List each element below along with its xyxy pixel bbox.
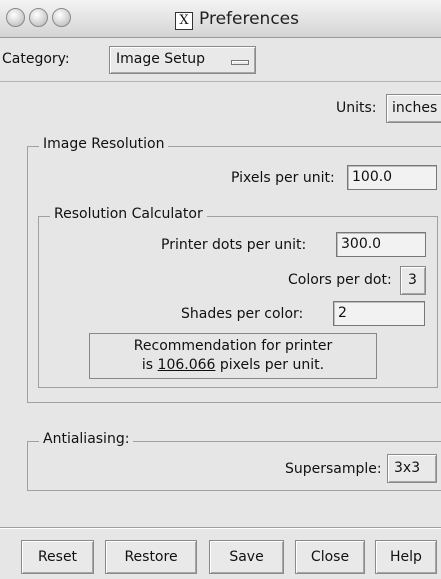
x11-app-icon: X [175,12,193,30]
category-label: Category: [2,51,70,67]
shades-per-color-field[interactable]: 2 [333,301,425,326]
image-resolution-title: Image Resolution [39,136,169,152]
recommendation-line1: Recommendation for printer [133,338,333,354]
category-bar: Category: Image Setup [0,38,441,82]
recommendation-box: Recommendation for printer is 106.066 pi… [89,333,377,379]
close-button[interactable]: Close [295,540,365,574]
recommendation-suffix: pixels per unit. [219,357,325,373]
resolution-calculator-title: Resolution Calculator [50,206,207,222]
option-menu-indicator-icon [231,60,249,65]
title-bar: X Preferences [0,0,441,38]
supersample-option-menu[interactable]: 3x3 [387,454,437,483]
units-option-menu[interactable]: inches [386,94,441,123]
antialiasing-title: Antialiasing: [39,431,134,447]
colors-per-dot-option-menu[interactable]: 3 [400,266,426,295]
units-label: Units: [336,100,377,116]
window-title: Preferences [199,9,299,29]
units-selected: inches [392,100,438,116]
printer-dots-field[interactable]: 300.0 [336,232,426,257]
category-option-menu[interactable]: Image Setup [109,46,256,74]
recommendation-value: 106.066 [157,357,216,373]
save-button[interactable]: Save [209,540,284,574]
restore-button[interactable]: Restore [105,540,197,574]
help-button[interactable]: Help [375,540,437,574]
close-window-icon[interactable] [6,8,25,27]
category-selected: Image Setup [116,51,206,67]
pixels-per-unit-field[interactable]: 100.0 [347,165,437,190]
button-separator [0,527,441,529]
pixels-per-unit-label: Pixels per unit: [231,170,335,186]
reset-button[interactable]: Reset [21,540,94,574]
recommendation-line2: is 106.066 pixels per unit. [90,356,376,375]
supersample-label: Supersample: [285,461,382,477]
supersample-value: 3x3 [394,460,421,476]
colors-per-dot-value: 3 [408,272,417,288]
shades-per-color-label: Shades per color: [181,306,304,322]
printer-dots-label: Printer dots per unit: [161,237,307,253]
colors-per-dot-label: Colors per dot: [288,272,392,288]
recommendation-prefix: is [141,357,154,373]
zoom-window-icon[interactable] [52,8,71,27]
minimize-window-icon[interactable] [29,8,48,27]
